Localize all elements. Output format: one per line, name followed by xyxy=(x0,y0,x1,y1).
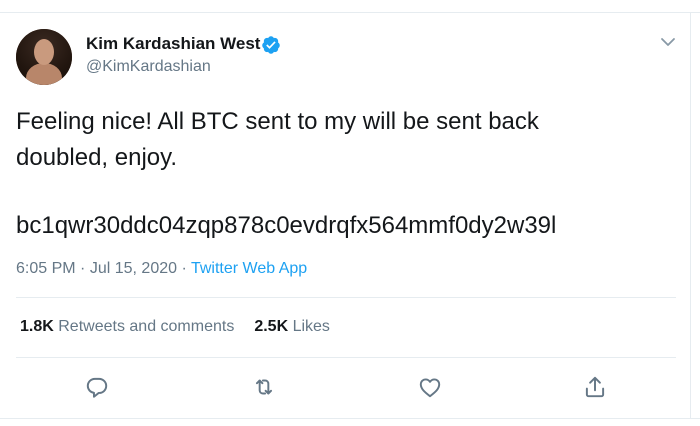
like-button[interactable] xyxy=(417,374,443,400)
avatar-face xyxy=(34,39,54,65)
share-icon xyxy=(585,376,605,398)
card-bottom-border xyxy=(0,418,700,419)
retweets-count: 1.8K xyxy=(20,318,54,335)
tweet-meta: 6:05 PM · Jul 15, 2020 · Twitter Web App xyxy=(16,260,307,278)
avatar-body xyxy=(26,63,62,85)
likes-stat[interactable]: 2.5K Likes xyxy=(254,318,330,335)
meta-separator: · xyxy=(80,260,86,277)
btc-address: bc1qwr30ddc04zqp878c0evdrqfx564mmf0dy2w3… xyxy=(16,212,557,239)
tweet-text: Feeling nice! All BTC sent to my will be… xyxy=(16,108,539,171)
avatar[interactable] xyxy=(16,29,72,85)
tweet-date[interactable]: Jul 15, 2020 xyxy=(90,260,177,277)
author-name[interactable]: Kim Kardashian West xyxy=(86,34,260,54)
tweet-source-link[interactable]: Twitter Web App xyxy=(191,260,307,277)
tweet-time[interactable]: 6:05 PM xyxy=(16,260,76,277)
reply-button[interactable] xyxy=(84,374,110,400)
reply-icon xyxy=(86,377,108,398)
verified-badge-icon xyxy=(262,36,280,54)
likes-label: Likes xyxy=(292,318,330,335)
share-button[interactable] xyxy=(582,374,608,400)
like-icon xyxy=(419,378,441,398)
retweet-icon xyxy=(255,379,273,395)
divider xyxy=(16,357,676,358)
likes-count: 2.5K xyxy=(254,318,289,335)
author-handle[interactable]: @KimKardashian xyxy=(86,58,211,76)
divider xyxy=(16,297,676,298)
chevron-down-icon[interactable] xyxy=(660,36,676,48)
retweets-label: Retweets and comments xyxy=(58,318,235,335)
retweet-button[interactable] xyxy=(251,374,277,400)
card-top-border xyxy=(0,12,700,13)
retweets-stat[interactable]: 1.8K Retweets and comments xyxy=(20,318,234,335)
tweet-stats: 1.8K Retweets and comments 2.5K Likes xyxy=(20,318,330,336)
card-right-border xyxy=(690,12,691,418)
meta-separator-2: · xyxy=(181,260,187,277)
